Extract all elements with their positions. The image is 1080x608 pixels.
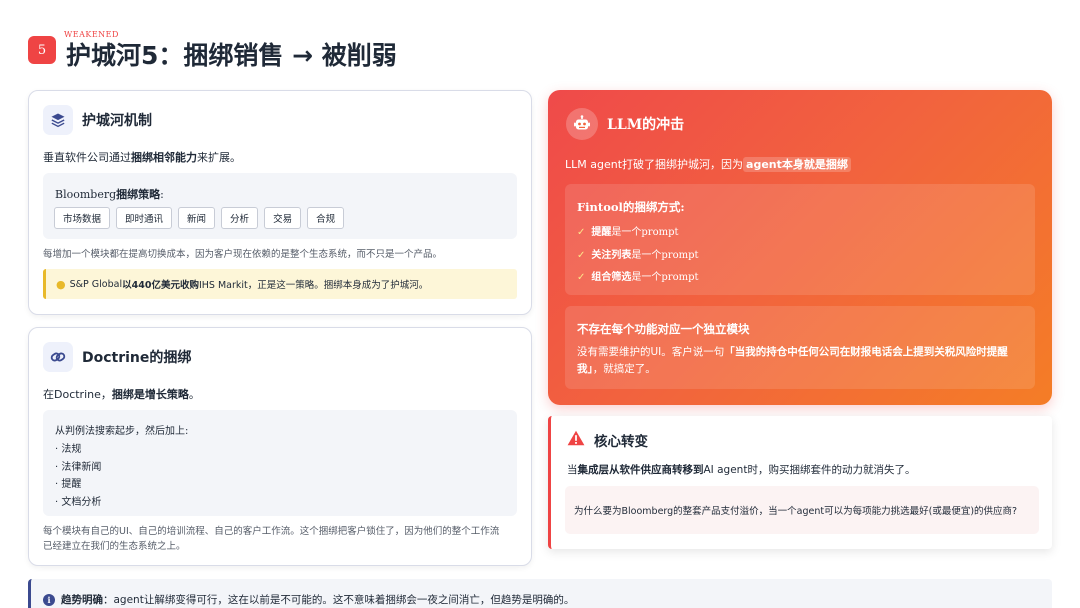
list-item: · 法规	[55, 444, 82, 455]
list-item: · 提醒	[55, 479, 82, 490]
shift-text: 当集成层从软件供应商转移到AI agent时，购买捆绑套件的动力就消失了。	[567, 464, 916, 476]
no-module-box: 不存在每个功能对应一个独立模块 没有需要维护的UI。客户说一句「当我的持仓中任何…	[565, 306, 1035, 389]
switching-cost-text: 每增加一个模块都在提高切换成本，因为客户现在依赖的是整个生态系统，而不只是一个产…	[43, 249, 443, 260]
list-item: ✓ 提醒是一个prompt	[577, 227, 679, 238]
check-icon: ✓	[577, 249, 586, 261]
bloomberg-strategy-box: Bloomberg捆绑策略: 市场数据 即时通讯 新闻 分析 交易 合规	[43, 173, 517, 239]
no-module-text: 没有需要维护的UI。客户说一句「当我的持仓中任何公司在财报电话会上提到关税风险时…	[577, 346, 1008, 375]
check-icon: ✓	[577, 227, 586, 238]
moat-intro: 垂直软件公司通过捆绑相邻能力来扩展。	[43, 151, 241, 164]
layers-icon	[43, 105, 73, 135]
shift-quote: 为什么要为Bloomberg的整套产品支付溢价，当一个agent可以为每项能力挑…	[565, 486, 1039, 534]
moat-mechanism-card: 护城河机制 垂直软件公司通过捆绑相邻能力来扩展。 Bloomberg捆绑策略: …	[28, 90, 532, 315]
chip-messaging: 即时通讯	[116, 207, 173, 229]
doctrine-lockin-text: 每个模块有自己的UI、自己的培训流程、自己的客户工作流。这个捆绑把客户锁住了，因…	[43, 526, 500, 552]
trend-label: 趋势明确	[61, 594, 103, 606]
list-item: · 法律新闻	[55, 461, 102, 473]
module-chips: 市场数据 即时通讯 新闻 分析 交易 合规	[54, 207, 345, 229]
card-title: 核心转变	[594, 434, 648, 450]
card-header: Doctrine的捆绑	[43, 342, 191, 372]
module-list: · 法规 · 法律新闻 · 提醒 · 文档分析	[55, 441, 101, 511]
card-title: 护城河机制	[82, 113, 152, 129]
chip-trading: 交易	[264, 207, 302, 229]
list-item: ✓ 关注列表是一个prompt	[577, 249, 699, 261]
llm-subtitle: LLM agent打破了捆绑护城河，因为 agent本身就是捆绑	[565, 156, 851, 172]
doctrine-card: Doctrine的捆绑 在Doctrine，捆绑是增长策略。 从判例法搜索起步，…	[28, 327, 532, 566]
check-icon: ✓	[577, 272, 586, 283]
list-item: · 文档分析	[55, 496, 102, 508]
link-icon	[43, 342, 73, 372]
trend-text: agent让解绑变得可行，这在以前是不可能的。这不意味着捆绑会一夜之间消亡，但趋…	[113, 594, 575, 606]
chip-compliance: 合规	[307, 207, 345, 229]
core-shift-card: 核心转变 当集成层从软件供应商转移到AI agent时，购买捆绑套件的动力就消失…	[548, 416, 1052, 549]
list-item: ✓ 组合筛选是一个prompt	[577, 272, 699, 283]
lightbulb-icon: ●	[56, 277, 66, 291]
card-header: 护城河机制	[43, 105, 152, 135]
chip-market-data: 市场数据	[54, 207, 111, 229]
card-title: Doctrine的捆绑	[82, 350, 192, 366]
highlight: agent本身就是捆绑	[743, 157, 851, 172]
warning-icon	[567, 430, 585, 450]
chip-analytics: 分析	[221, 207, 259, 229]
doctrine-intro: 在Doctrine，捆绑是增长策略。	[43, 388, 200, 401]
trend-banner: i 趋势明确： agent让解绑变得可行，这在以前是不可能的。这不意味着捆绑会一…	[28, 579, 1052, 608]
fintool-list: ✓ 提醒是一个prompt ✓ 关注列表是一个prompt ✓ 组合筛选是一个prom…	[577, 222, 699, 290]
fintool-title: Fintool的捆绑方式:	[577, 200, 685, 214]
info-icon: i	[43, 593, 55, 606]
strategy-title: Bloomberg捆绑策略:	[55, 188, 164, 201]
card-header: 核心转变	[567, 430, 648, 450]
slide-number-badge: 5	[28, 36, 56, 64]
list-title: 从判例法搜索起步，然后加上:	[55, 426, 189, 437]
doctrine-modules-box: 从判例法搜索起步，然后加上: · 法规 · 法律新闻 · 提醒 · 文档分析	[43, 410, 517, 516]
no-module-title: 不存在每个功能对应一个独立模块	[577, 322, 750, 336]
llm-impact-card: LLM的冲击 LLM agent打破了捆绑护城河，因为 agent本身就是捆绑 F…	[548, 90, 1052, 405]
robot-icon	[566, 108, 598, 140]
fintool-box: Fintool的捆绑方式: ✓ 提醒是一个prompt ✓ 关注列表是一个promp…	[565, 184, 1035, 295]
slide-header: 5 WEAKENED 护城河5：捆绑销售 → 被削弱	[28, 30, 1048, 70]
card-title: LLM的冲击	[607, 117, 685, 133]
chip-news: 新闻	[178, 207, 216, 229]
sp-global-note: ● S&P Global 以440亿美元收购 IHS Markit，正是这一策略。捆…	[43, 269, 517, 299]
page-title: 护城河5：捆绑销售 → 被削弱	[66, 41, 397, 70]
